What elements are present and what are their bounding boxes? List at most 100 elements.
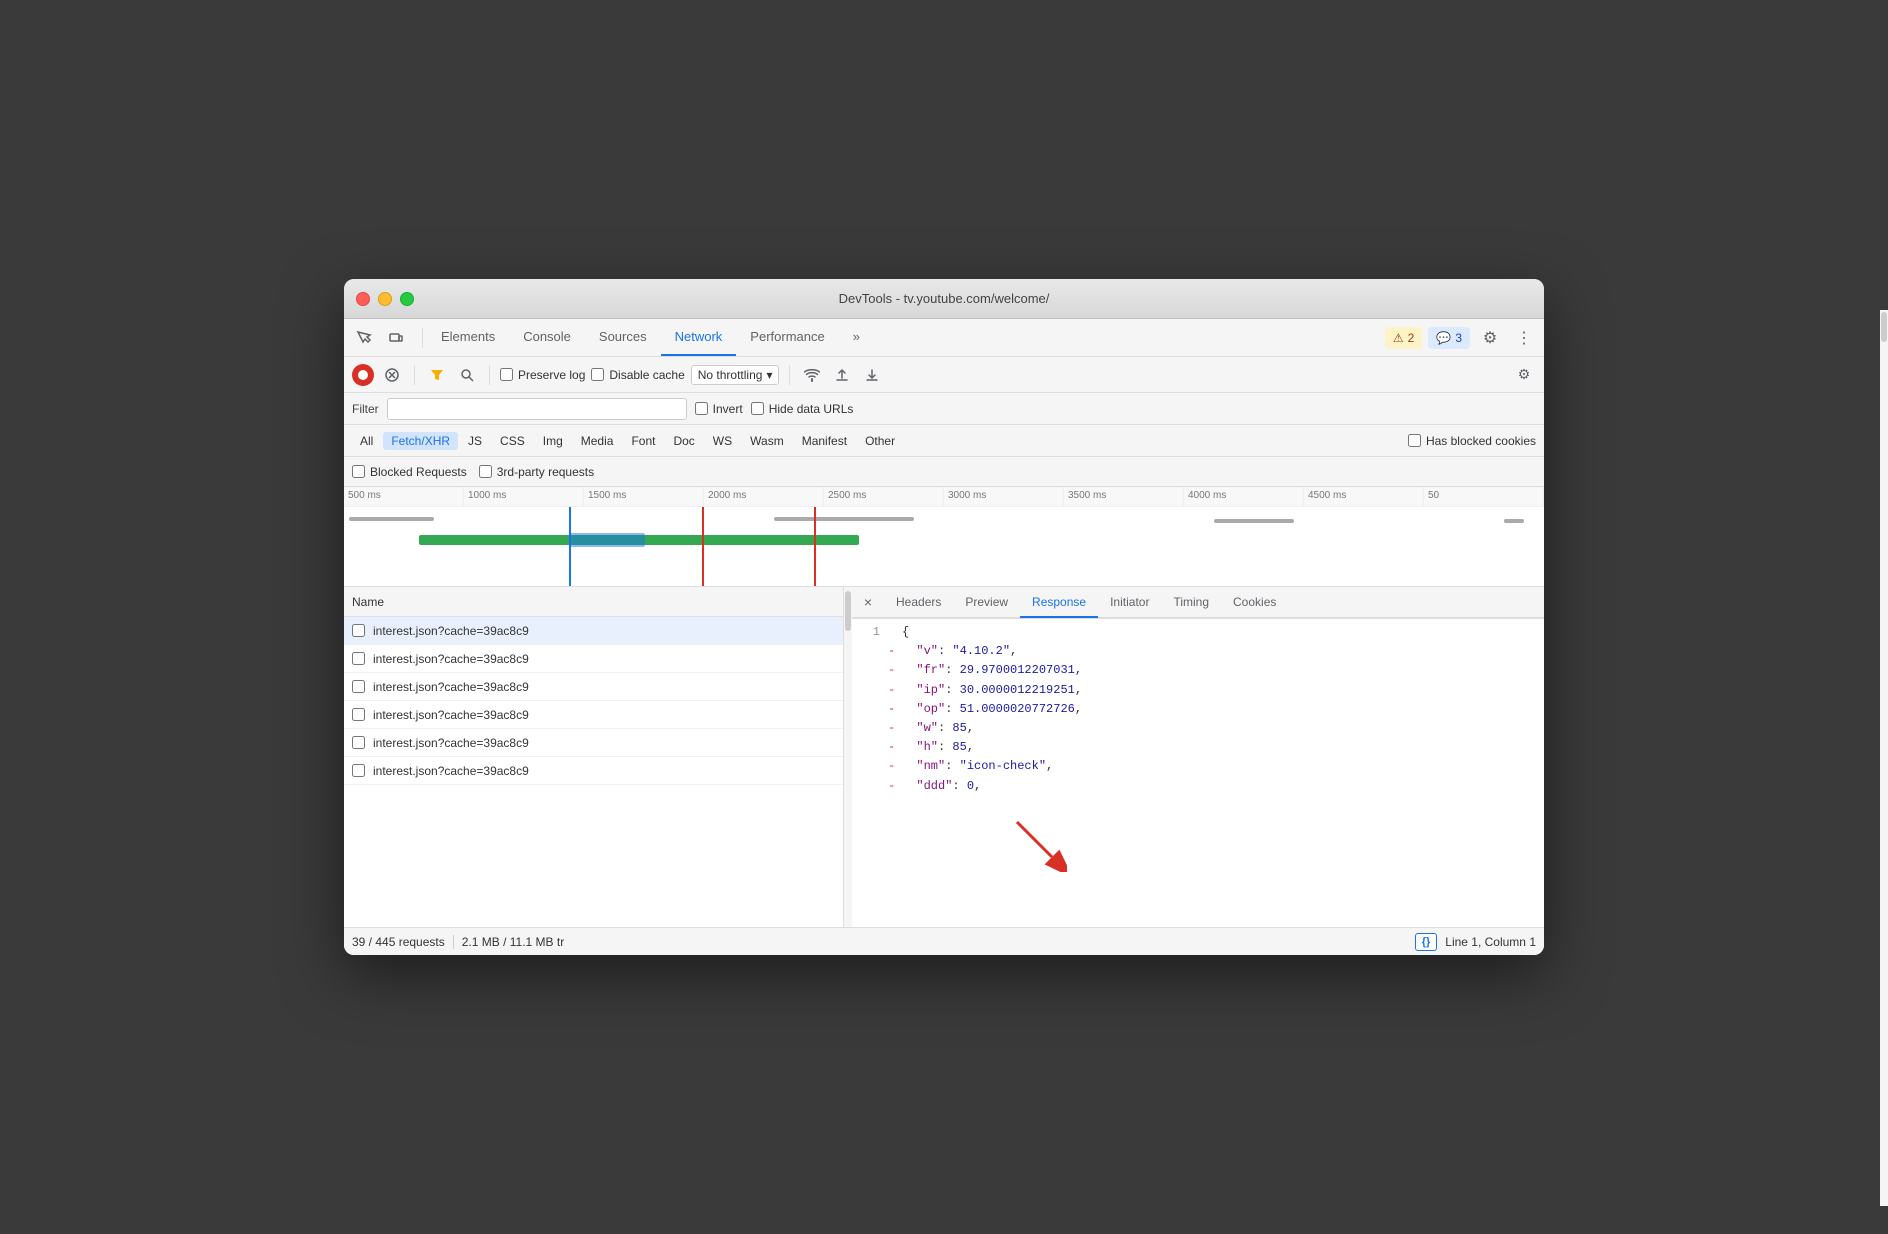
tab-performance[interactable]: Performance <box>736 319 838 356</box>
tab-cookies[interactable]: Cookies <box>1221 588 1288 618</box>
inspect-element-button[interactable] <box>350 324 378 352</box>
response-content[interactable]: 1 { - "v": "4.10.2", - "fr": <box>852 619 1544 927</box>
toolbar-divider-4 <box>789 365 790 385</box>
more-button[interactable]: ⋮ <box>1510 324 1538 352</box>
message-badge[interactable]: 💬 3 <box>1428 327 1470 349</box>
device-toggle-button[interactable] <box>382 324 410 352</box>
tab-timing[interactable]: Timing <box>1161 588 1221 618</box>
window-title: DevTools - tv.youtube.com/welcome/ <box>839 291 1050 306</box>
third-party-checkbox[interactable] <box>479 465 492 478</box>
tick-500: 500 ms <box>344 487 464 506</box>
tab-network[interactable]: Network <box>661 319 737 356</box>
preserve-log-checkbox[interactable] <box>500 368 513 381</box>
disable-cache-checkbox[interactable] <box>591 368 604 381</box>
type-btn-other[interactable]: Other <box>857 432 903 450</box>
type-btn-wasm[interactable]: Wasm <box>742 432 792 450</box>
maximize-button[interactable] <box>400 292 414 306</box>
has-blocked-checkbox[interactable] <box>1408 434 1421 447</box>
warning-badge[interactable]: ⚠ 2 <box>1385 327 1422 349</box>
file-checkbox-4[interactable] <box>352 708 365 721</box>
tab-console[interactable]: Console <box>509 319 585 356</box>
tab-more[interactable]: » <box>839 319 874 356</box>
minus-5: - <box>888 700 902 719</box>
arrow-annotation <box>1007 812 1067 879</box>
file-name-5: interest.json?cache=39ac8c9 <box>373 736 835 750</box>
file-row-5[interactable]: interest.json?cache=39ac8c9 <box>344 729 843 757</box>
file-name-6: interest.json?cache=39ac8c9 <box>373 764 835 778</box>
timeline-chart[interactable] <box>344 507 1544 587</box>
pretty-print-button[interactable]: {} <box>1415 933 1438 951</box>
file-name-2: interest.json?cache=39ac8c9 <box>373 652 835 666</box>
settings-gear-icon[interactable]: ⚙ <box>1512 363 1536 387</box>
upload-button[interactable] <box>830 363 854 387</box>
code-line-8: - "nm": "icon-check", <box>860 757 1536 776</box>
type-btn-js[interactable]: JS <box>460 432 490 450</box>
file-row-1[interactable]: interest.json?cache=39ac8c9 <box>344 617 843 645</box>
third-party-label[interactable]: 3rd-party requests <box>479 465 594 479</box>
minimize-button[interactable] <box>378 292 392 306</box>
tick-4000: 4000 ms <box>1184 487 1304 506</box>
file-list-scrollbar[interactable] <box>844 587 852 927</box>
has-blocked-label[interactable]: Has blocked cookies <box>1408 434 1536 448</box>
line-num-6 <box>860 719 888 738</box>
type-btn-fetch-xhr[interactable]: Fetch/XHR <box>383 432 458 450</box>
file-checkbox-1[interactable] <box>352 624 365 637</box>
close-button[interactable] <box>356 292 370 306</box>
minus-2: - <box>888 642 902 661</box>
type-btn-doc[interactable]: Doc <box>665 432 702 450</box>
scrollbar-thumb[interactable] <box>845 591 851 631</box>
blocked-requests-checkbox[interactable] <box>352 465 365 478</box>
line-num-5 <box>860 700 888 719</box>
tab-preview[interactable]: Preview <box>953 588 1020 618</box>
hide-data-label[interactable]: Hide data URLs <box>751 402 854 416</box>
cursor-position: Line 1, Column 1 <box>1445 935 1536 949</box>
toolbar-divider-2 <box>414 365 415 385</box>
minus-1 <box>888 623 902 642</box>
type-btn-img[interactable]: Img <box>535 432 571 450</box>
wifi-icon[interactable] <box>800 363 824 387</box>
preserve-log-label[interactable]: Preserve log <box>500 368 585 382</box>
file-checkbox-6[interactable] <box>352 764 365 777</box>
file-row-2[interactable]: interest.json?cache=39ac8c9 <box>344 645 843 673</box>
tab-initiator[interactable]: Initiator <box>1098 588 1161 618</box>
type-btn-manifest[interactable]: Manifest <box>794 432 855 450</box>
hide-data-checkbox[interactable] <box>751 402 764 415</box>
tab-sources[interactable]: Sources <box>585 319 661 356</box>
file-row-4[interactable]: interest.json?cache=39ac8c9 <box>344 701 843 729</box>
type-btn-font[interactable]: Font <box>623 432 663 450</box>
type-btn-all[interactable]: All <box>352 432 381 450</box>
file-checkbox-3[interactable] <box>352 680 365 693</box>
clear-button[interactable] <box>380 363 404 387</box>
record-button[interactable] <box>352 364 374 386</box>
type-btn-media[interactable]: Media <box>573 432 622 450</box>
filter-input[interactable] <box>387 398 687 420</box>
settings-button[interactable]: ⚙ <box>1476 324 1504 352</box>
invert-checkbox[interactable] <box>695 402 708 415</box>
tab-headers[interactable]: Headers <box>884 588 953 618</box>
timeline-blue-line <box>569 507 571 587</box>
transfer-size: 2.1 MB / 11.1 MB tr <box>462 935 564 949</box>
type-btn-ws[interactable]: WS <box>705 432 740 450</box>
download-button[interactable] <box>860 363 884 387</box>
search-button[interactable] <box>455 363 479 387</box>
file-checkbox-5[interactable] <box>352 736 365 749</box>
tab-elements[interactable]: Elements <box>427 319 509 356</box>
throttle-select[interactable]: No throttling ▾ <box>691 365 780 385</box>
code-line-5: - "op": 51.0000020772726, <box>860 700 1536 719</box>
status-divider-1 <box>453 935 454 949</box>
blocked-requests-label[interactable]: Blocked Requests <box>352 465 467 479</box>
tab-response[interactable]: Response <box>1020 588 1098 618</box>
tick-1500: 1500 ms <box>584 487 704 506</box>
line-num-7 <box>860 738 888 757</box>
file-row-6[interactable]: interest.json?cache=39ac8c9 <box>344 757 843 785</box>
filter-button[interactable] <box>425 363 449 387</box>
invert-label[interactable]: Invert <box>695 402 743 416</box>
file-row-3[interactable]: interest.json?cache=39ac8c9 <box>344 673 843 701</box>
disable-cache-label[interactable]: Disable cache <box>591 368 684 382</box>
file-checkbox-2[interactable] <box>352 652 365 665</box>
type-btn-css[interactable]: CSS <box>492 432 533 450</box>
close-panel-button[interactable]: × <box>856 590 880 614</box>
minus-6: - <box>888 719 902 738</box>
file-list-header: Name <box>344 587 843 617</box>
code-line-2: - "v": "4.10.2", <box>860 642 1536 661</box>
